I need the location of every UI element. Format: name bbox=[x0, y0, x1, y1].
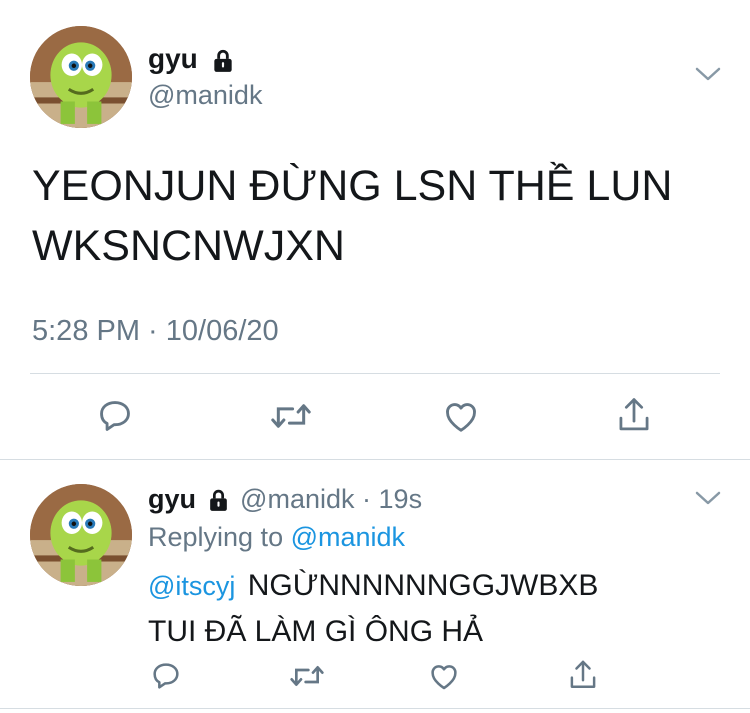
retweet-button[interactable] bbox=[289, 660, 325, 692]
retweet-icon bbox=[271, 404, 311, 428]
section-divider bbox=[0, 459, 750, 460]
display-name-text[interactable]: gyu bbox=[148, 43, 198, 74]
reply-handle[interactable]: @manidk bbox=[240, 484, 354, 514]
handle[interactable]: @manidk bbox=[148, 79, 262, 111]
reply-age[interactable]: 19s bbox=[379, 484, 423, 514]
reply-display-name[interactable]: gyu bbox=[148, 484, 196, 514]
reply-text-line1: @itscyj NGỪNNNNNNGGJWBXB bbox=[148, 568, 598, 604]
tweet-text-line1: YEONJUN ĐỪNG LSN THỀ LUN bbox=[32, 162, 673, 210]
bottom-divider bbox=[0, 708, 750, 709]
like-button[interactable] bbox=[442, 398, 480, 434]
avatar[interactable] bbox=[30, 26, 132, 128]
chevron-down-icon[interactable] bbox=[694, 64, 722, 84]
reply-text-line2: TUI ĐÃ LÀM GÌ ÔNG HẢ bbox=[148, 615, 484, 648]
divider bbox=[30, 373, 720, 374]
replying-to-link[interactable]: @manidk bbox=[291, 522, 405, 552]
retweet-button[interactable] bbox=[270, 397, 312, 435]
tweet-text-line2: WKSNCNWJXN bbox=[32, 222, 345, 270]
reply-icon bbox=[100, 401, 130, 431]
share-icon bbox=[570, 660, 596, 689]
separator-dot: · bbox=[362, 484, 372, 514]
like-button[interactable] bbox=[428, 661, 460, 691]
mention-link[interactable]: @itscyj bbox=[148, 571, 235, 601]
reply-text: NGỪNNNNNNGGJWBXB bbox=[247, 569, 599, 602]
lock-icon bbox=[206, 488, 231, 513]
reply-button[interactable] bbox=[150, 660, 182, 692]
share-button[interactable] bbox=[567, 658, 599, 692]
replying-to: Replying to @manidk bbox=[148, 520, 405, 554]
reply-header: gyu @manidk · 19s bbox=[148, 482, 422, 516]
retweet-icon bbox=[290, 666, 324, 686]
like-icon bbox=[431, 665, 457, 690]
like-icon bbox=[446, 403, 476, 432]
reply-button[interactable] bbox=[96, 397, 134, 435]
replying-prefix: Replying to bbox=[148, 522, 284, 552]
reply-icon bbox=[153, 663, 179, 689]
lock-icon bbox=[210, 48, 236, 74]
share-icon bbox=[619, 398, 649, 431]
chevron-down-icon[interactable] bbox=[694, 488, 722, 508]
share-button[interactable] bbox=[615, 395, 653, 435]
reply-avatar[interactable] bbox=[30, 484, 132, 586]
display-name[interactable]: gyu bbox=[148, 43, 236, 75]
timestamp[interactable]: 5:28 PM · 10/06/20 bbox=[32, 314, 279, 348]
